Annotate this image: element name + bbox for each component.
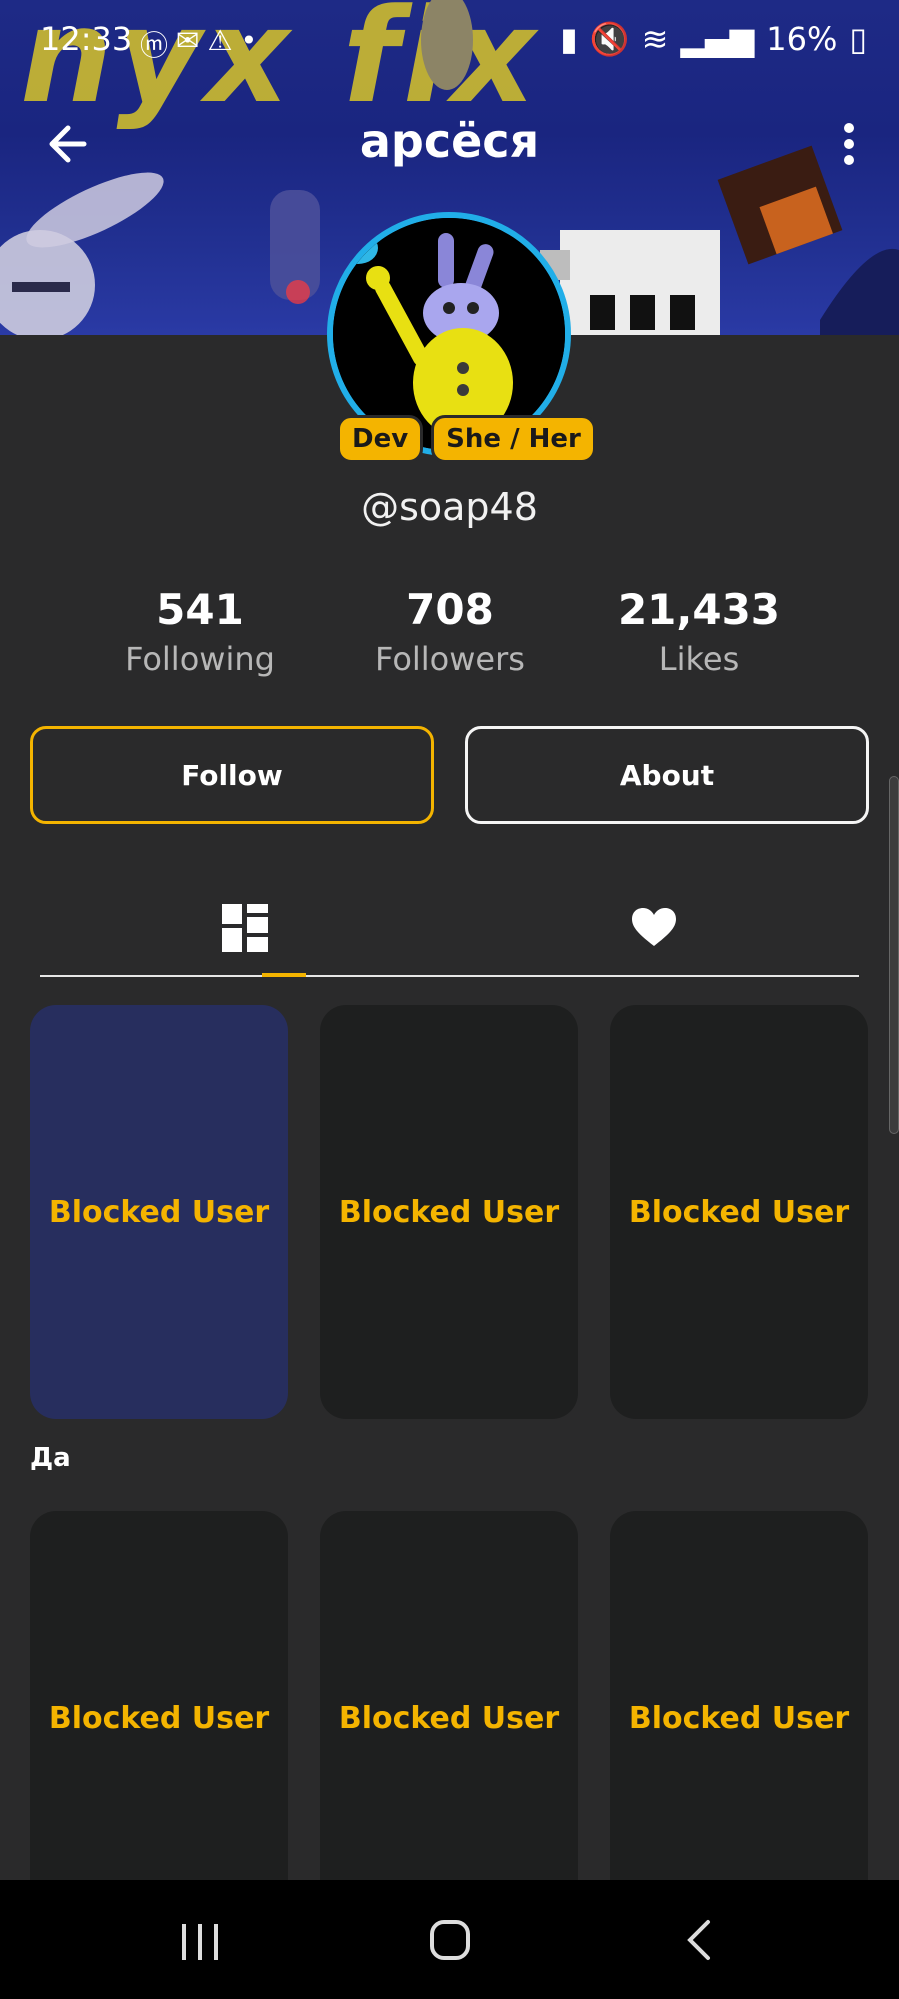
tab-selected-indicator	[262, 973, 306, 977]
page-title: арсёся	[359, 114, 540, 168]
warning-icon: ⚠	[207, 24, 233, 57]
home-button[interactable]	[410, 1910, 490, 1970]
profile-badges: Dev She / Her	[337, 415, 596, 463]
profile-stats: 541 Following 708 Followers 21,433 Likes	[0, 585, 899, 695]
follow-button[interactable]: Follow	[30, 726, 434, 824]
system-navigation-bar	[0, 1880, 899, 1999]
post-card[interactable]: Blocked User	[320, 1511, 578, 1925]
app-notification-icon: ⓜ	[140, 29, 169, 62]
chevron-left-icon	[687, 1920, 710, 1960]
tab-posts[interactable]	[40, 880, 449, 977]
post-card[interactable]: Blocked User	[30, 1005, 288, 1419]
stat-following-value: 541	[156, 585, 244, 634]
stat-likes-value: 21,433	[617, 585, 781, 634]
mute-icon: 🔇	[589, 20, 630, 58]
stat-followers[interactable]: 708 Followers	[325, 585, 575, 678]
post-caption: Да	[30, 1443, 71, 1473]
battery-saver-icon: ▮	[560, 20, 578, 58]
status-bar: 12:33 ⓜ ✉ ⚠ • ▮ 🔇 ≋ ▂▄▆ 16% ▯	[0, 14, 899, 70]
battery-percent: 16%	[766, 20, 838, 58]
stat-following[interactable]: 541 Following	[75, 585, 325, 678]
post-card[interactable]: Blocked User	[320, 1005, 578, 1419]
notification-icons: ⓜ ✉ ⚠ •	[140, 24, 257, 64]
tab-likes[interactable]	[449, 880, 858, 975]
recents-icon	[182, 1924, 218, 1960]
badge-dev: Dev	[337, 415, 424, 463]
signal-icon: ▂▄▆	[680, 20, 755, 58]
badge-pronouns: She / Her	[431, 415, 596, 463]
recents-button[interactable]	[160, 1910, 240, 1970]
system-icons: ▮ 🔇 ≋ ▂▄▆ 16% ▯	[560, 20, 867, 58]
system-back-button[interactable]	[660, 1910, 740, 1970]
more-vertical-icon	[844, 123, 854, 165]
wifi-icon: ≋	[641, 20, 669, 58]
stat-likes-label: Likes	[658, 640, 740, 678]
post-card[interactable]: Blocked User	[610, 1511, 868, 1925]
stat-likes[interactable]: 21,433 Likes	[574, 585, 824, 678]
more-options-button[interactable]	[829, 114, 869, 174]
about-button[interactable]: About	[465, 726, 869, 824]
profile-tabs	[40, 880, 859, 977]
post-card[interactable]: Blocked User	[610, 1005, 868, 1419]
stat-followers-label: Followers	[375, 640, 525, 678]
post-card[interactable]: Blocked User	[30, 1511, 288, 1925]
stat-followers-value: 708	[406, 585, 494, 634]
scrollbar[interactable]	[889, 776, 899, 1134]
profile-username: @soap48	[361, 485, 538, 529]
stat-following-label: Following	[125, 640, 275, 678]
battery-icon: ▯	[849, 20, 867, 58]
mail-icon: ✉	[176, 24, 200, 57]
dot-icon: •	[240, 24, 258, 57]
home-icon	[430, 1920, 470, 1960]
top-app-bar: арсёся	[0, 100, 899, 180]
grid-icon	[221, 903, 268, 952]
heart-icon	[631, 907, 676, 946]
status-time: 12:33	[40, 20, 133, 58]
